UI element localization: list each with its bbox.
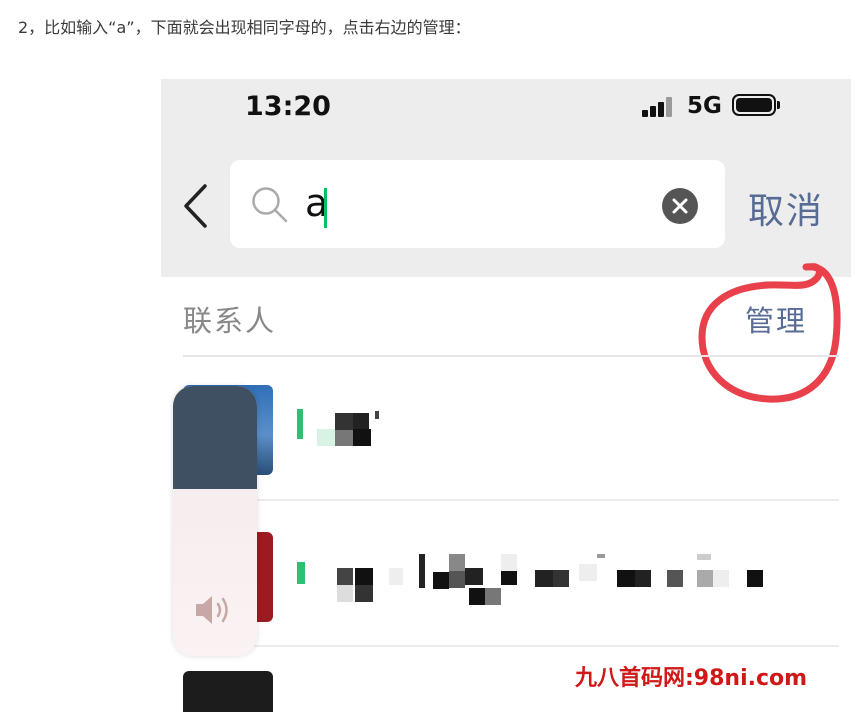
contact-row[interactable]: [161, 359, 841, 501]
status-time: 13:20: [245, 91, 331, 122]
row-divider: [183, 645, 839, 647]
signal-icon: [642, 97, 676, 117]
search-header: 13:20 5G a 取消: [161, 79, 851, 277]
chevron-left-icon: [184, 184, 207, 228]
contact-name-pixelated: [297, 554, 777, 605]
phone-screenshot: 13:20 5G a 取消 联系人 管理: [161, 79, 851, 712]
cancel-button[interactable]: 取消: [748, 182, 824, 234]
battery-icon: [732, 94, 776, 116]
manage-button[interactable]: 管理: [745, 298, 807, 340]
search-input[interactable]: a: [230, 160, 725, 248]
contact-row[interactable]: [161, 502, 841, 647]
back-button[interactable]: [181, 183, 211, 229]
row-divider: [183, 499, 839, 501]
avatar: [183, 671, 273, 712]
clear-button[interactable]: [662, 188, 698, 224]
article-caption: 2，比如输入“a”，下面就会出现相同字母的，点击右边的管理：: [18, 18, 471, 37]
section-divider: [183, 355, 839, 357]
search-icon: [252, 187, 288, 223]
section-title-contacts: 联系人: [183, 304, 277, 338]
watermark-text: 九八首码网:98ni.com: [575, 666, 808, 691]
contact-name-pixelated: [297, 407, 397, 457]
network-label: 5G: [687, 93, 722, 119]
volume-indicator: [173, 386, 257, 656]
speaker-icon: [196, 596, 228, 624]
battery-tip: [777, 101, 780, 109]
volume-level: [173, 386, 257, 489]
clear-icon: [672, 198, 688, 214]
text-caret: [324, 188, 327, 228]
